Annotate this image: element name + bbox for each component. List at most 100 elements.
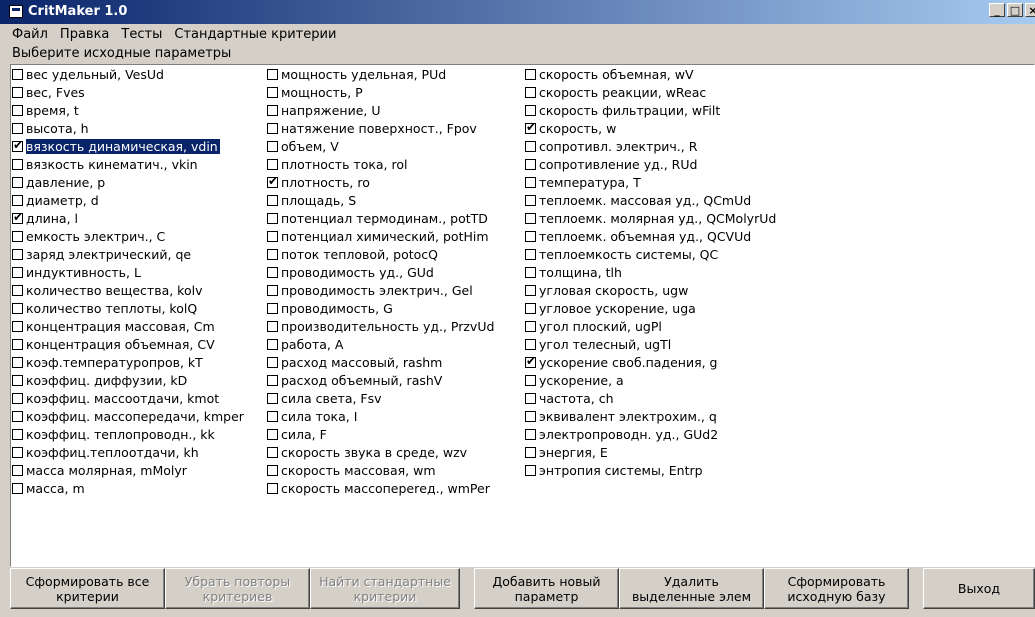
parameter-item[interactable]: натяжение поверхност., Fpov [267, 119, 494, 137]
parameter-item[interactable]: коэффиц. диффузии, kD [12, 371, 244, 389]
checkbox[interactable] [12, 158, 23, 170]
parameter-item[interactable]: потенциал термодинам., potTD [267, 209, 494, 227]
checkbox[interactable] [12, 122, 23, 134]
checkbox[interactable] [525, 140, 536, 152]
checkbox[interactable] [525, 338, 536, 350]
checkbox[interactable] [12, 374, 23, 386]
checkbox[interactable] [12, 482, 23, 494]
exit-button[interactable]: Выход [923, 568, 1035, 609]
parameter-item[interactable]: высота, h [12, 119, 244, 137]
checkbox-checked[interactable] [12, 138, 23, 152]
checkbox[interactable] [12, 392, 23, 404]
checkbox[interactable] [12, 104, 23, 116]
checkbox[interactable] [267, 338, 278, 350]
parameter-item[interactable]: плотность, ro [267, 173, 494, 191]
parameter-item[interactable]: объем, V [267, 137, 494, 155]
delete-selected-button[interactable]: Удалить выделенные элем [619, 568, 764, 609]
parameter-item[interactable]: угол плоский, ugPl [525, 317, 776, 335]
checkbox[interactable] [267, 158, 278, 170]
parameter-item[interactable]: проводимость электрич., Gel [267, 281, 494, 299]
checkbox[interactable] [267, 428, 278, 440]
parameter-item[interactable]: скорость звука в среде, wzv [267, 443, 494, 461]
checkbox[interactable] [525, 212, 536, 224]
checkbox[interactable] [525, 230, 536, 242]
checkbox[interactable] [267, 248, 278, 260]
checkbox[interactable] [525, 68, 536, 80]
maximize-button[interactable]: □ [1007, 3, 1023, 17]
checkbox[interactable] [525, 302, 536, 314]
parameter-item[interactable]: мощность, P [267, 83, 494, 101]
parameter-item[interactable]: вязкость кинематич., vkin [12, 155, 244, 173]
checkbox[interactable] [267, 302, 278, 314]
checkbox[interactable] [267, 194, 278, 206]
parameter-item[interactable]: вес удельный, VesUd [12, 65, 244, 83]
checkbox[interactable] [12, 194, 23, 206]
checkbox-checked[interactable] [267, 174, 278, 188]
parameter-item[interactable]: электропроводн. уд., GUd2 [525, 425, 776, 443]
parameter-item[interactable]: проводимость уд., GUd [267, 263, 494, 281]
checkbox[interactable] [12, 410, 23, 422]
parameter-item[interactable]: давление, p [12, 173, 244, 191]
checkbox[interactable] [267, 320, 278, 332]
parameter-item[interactable]: энтропия системы, Entrp [525, 461, 776, 479]
parameter-item[interactable]: вес, Fves [12, 83, 244, 101]
parameter-item[interactable]: коэффиц.теплоотдачи, kh [12, 443, 244, 461]
add-parameter-button[interactable]: Добавить новый параметр [474, 568, 619, 609]
parameter-item[interactable]: поток тепловой, potocQ [267, 245, 494, 263]
checkbox[interactable] [267, 140, 278, 152]
remove-duplicates-button[interactable]: Убрать повторы критериев [165, 568, 310, 609]
parameter-item[interactable]: сопротивление уд., RUd [525, 155, 776, 173]
parameter-item[interactable]: масса, m [12, 479, 244, 497]
checkbox[interactable] [267, 410, 278, 422]
parameter-item[interactable]: потенциал химический, potHim [267, 227, 494, 245]
parameter-item[interactable]: коэф.температуропров, kT [12, 353, 244, 371]
checkbox[interactable] [267, 356, 278, 368]
parameter-item[interactable]: скорость массопеperед., wmPer [267, 479, 494, 497]
parameter-item[interactable]: эквивалент электрохим., q [525, 407, 776, 425]
checkbox[interactable] [267, 104, 278, 116]
parameter-item[interactable]: длина, l [12, 209, 244, 227]
parameter-item[interactable]: скорость фильтрации, wFilt [525, 101, 776, 119]
minimize-button[interactable]: _ [989, 3, 1005, 17]
checkbox[interactable] [525, 194, 536, 206]
parameter-item[interactable]: индуктивность, L [12, 263, 244, 281]
parameter-item[interactable]: работа, A [267, 335, 494, 353]
checkbox[interactable] [267, 68, 278, 80]
parameter-item[interactable]: угловое ускорение, uga [525, 299, 776, 317]
parameter-item[interactable]: мощность удельная, PUd [267, 65, 494, 83]
parameter-item[interactable]: ускорение своб.падения, g [525, 353, 776, 371]
checkbox-checked[interactable] [525, 354, 536, 368]
checkbox[interactable] [12, 446, 23, 458]
parameter-item[interactable]: сила, F [267, 425, 494, 443]
checkbox[interactable] [12, 428, 23, 440]
checkbox[interactable] [267, 230, 278, 242]
checkbox[interactable] [12, 284, 23, 296]
parameter-item[interactable]: расход объемный, rashV [267, 371, 494, 389]
checkbox[interactable] [267, 464, 278, 476]
parameter-item[interactable]: коэффиц. теплопроводн., kk [12, 425, 244, 443]
parameter-item[interactable]: ускорение, a [525, 371, 776, 389]
checkbox[interactable] [525, 158, 536, 170]
parameter-item[interactable]: скорость реакции, wReac [525, 83, 776, 101]
checkbox[interactable] [12, 338, 23, 350]
find-standard-criteria-button[interactable]: Найти стандартные критерии [310, 568, 460, 609]
parameter-item[interactable]: количество теплоты, kolQ [12, 299, 244, 317]
checkbox[interactable] [525, 320, 536, 332]
checkbox[interactable] [12, 464, 23, 476]
parameter-item[interactable]: толщина, tlh [525, 263, 776, 281]
checkbox[interactable] [267, 212, 278, 224]
menu-edit[interactable]: Правка [54, 27, 115, 42]
parameter-item[interactable]: температура, T [525, 173, 776, 191]
parameter-item[interactable]: скорость объемная, wV [525, 65, 776, 83]
checkbox[interactable] [267, 266, 278, 278]
parameter-item[interactable]: коэффиц. массоотдачи, kmot [12, 389, 244, 407]
checkbox-checked[interactable] [525, 120, 536, 134]
parameter-item[interactable]: напряжение, U [267, 101, 494, 119]
checkbox[interactable] [267, 446, 278, 458]
checkbox[interactable] [525, 410, 536, 422]
checkbox[interactable] [267, 374, 278, 386]
checkbox[interactable] [12, 248, 23, 260]
checkbox[interactable] [525, 428, 536, 440]
parameter-item[interactable]: сила тока, I [267, 407, 494, 425]
checkbox[interactable] [525, 392, 536, 404]
